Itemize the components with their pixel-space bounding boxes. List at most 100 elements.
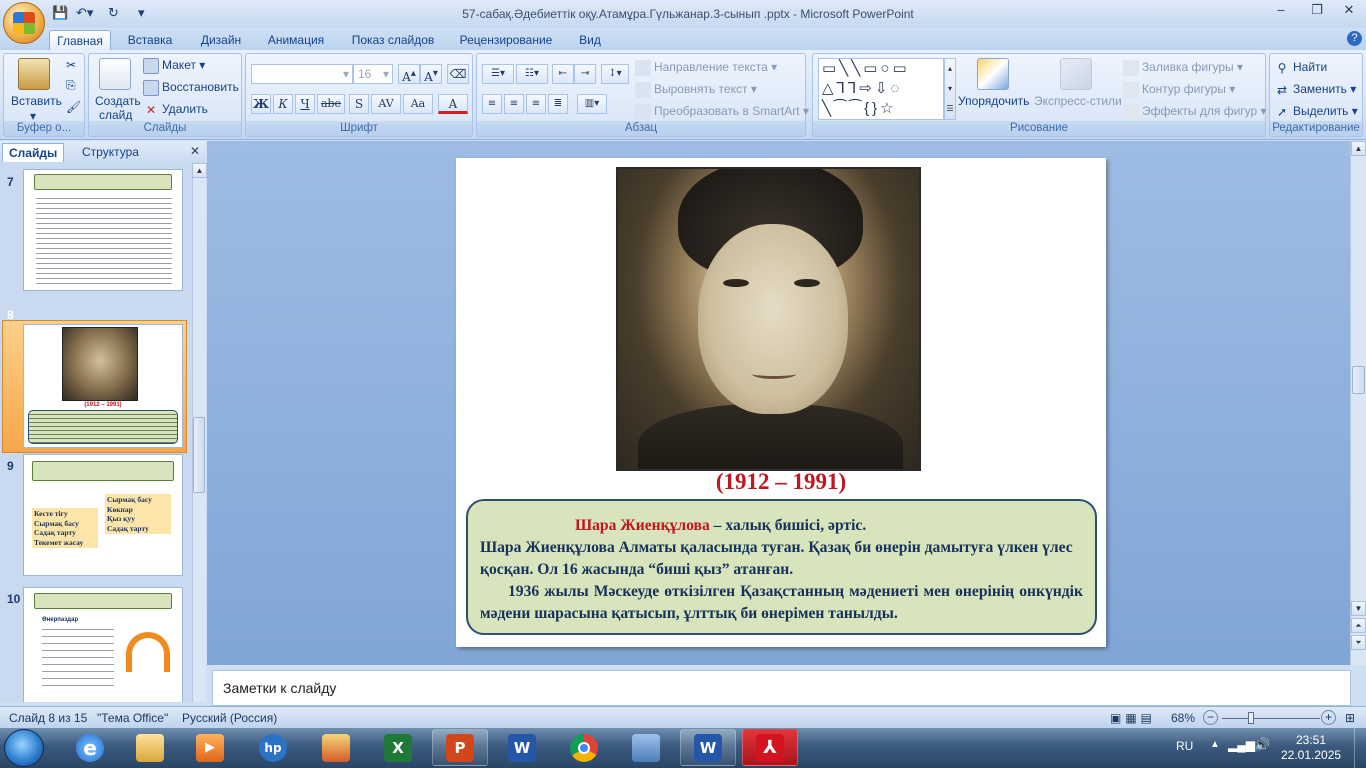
underline-button[interactable]: Ч — [295, 94, 315, 114]
clear-format-button[interactable]: ⌫ — [447, 64, 469, 84]
taskbar-excel[interactable]: X — [370, 729, 426, 766]
taskbar-powerpoint[interactable]: P — [432, 729, 488, 766]
shape-effects-button[interactable]: Эффекты для фигур ▾ — [1123, 104, 1267, 120]
portrait-photo[interactable] — [616, 167, 921, 471]
slide-scrollbar[interactable]: ▲ ▼ ⏶ ⏷ — [1350, 141, 1366, 665]
taskbar-word-2[interactable]: W — [680, 729, 736, 766]
tab-slides[interactable]: Слайды — [2, 143, 65, 162]
align-text-button[interactable]: Выровнять текст ▾ — [635, 82, 757, 98]
show-hidden-icons[interactable]: ▲ — [1210, 739, 1220, 750]
copy-icon[interactable]: ⎘ — [66, 78, 76, 93]
scroll-up-icon[interactable]: ▲ — [1351, 141, 1366, 156]
align-center-button[interactable]: ≡ — [504, 94, 524, 114]
font-size-field[interactable]: 16 ▾ — [353, 64, 393, 84]
numbering-button[interactable]: ☷▾ — [516, 64, 548, 84]
prev-slide-icon[interactable]: ⏶ — [1351, 618, 1366, 633]
slide-canvas[interactable]: (1912 – 1991) Шара Жиенқұлова – халық би… — [456, 158, 1106, 647]
columns-button[interactable]: ▥▾ — [577, 94, 607, 114]
change-case-button[interactable]: Aa — [403, 94, 433, 114]
taskbar-explorer[interactable] — [122, 729, 178, 766]
shape-fill-button[interactable]: Заливка фигуры ▾ — [1123, 60, 1243, 76]
taskbar-hp[interactable]: hp — [245, 729, 301, 766]
slide-thumbnail-8[interactable]: (1912 – 1991) — [23, 324, 183, 448]
taskbar-media[interactable]: ▶ — [182, 729, 238, 766]
taskbar-ie[interactable]: e — [62, 729, 118, 766]
align-right-button[interactable]: ≡ — [526, 94, 546, 114]
new-slide-button-line2[interactable]: слайд — [99, 108, 132, 122]
shape-outline-button[interactable]: Контур фигуры ▾ — [1123, 82, 1235, 98]
slide-thumbnail-7[interactable] — [23, 169, 183, 291]
slide-thumbnail-10[interactable]: Өнерпаздар — [23, 587, 183, 702]
tab-view[interactable]: Вид — [572, 30, 608, 50]
shapes-gallery[interactable]: ▭╲╲▭○▭ △⅂⅂⇨⇩◌ ╲⁀⁀{}☆ — [818, 58, 944, 120]
show-desktop-button[interactable] — [1354, 728, 1366, 768]
taskbar-word-1[interactable]: W — [494, 729, 550, 766]
taskbar-chrome[interactable] — [556, 729, 612, 766]
zoom-in-icon[interactable]: + — [1321, 710, 1336, 725]
clock[interactable]: 23:51 22.01.2025 — [1281, 733, 1341, 763]
scroll-down-icon[interactable]: ▼ — [1351, 601, 1366, 616]
shapes-gallery-scroll[interactable]: ▴ ▾ ☰ — [944, 58, 956, 120]
new-slide-button[interactable]: Создать — [95, 94, 141, 108]
increase-indent-button[interactable]: ⇥ — [574, 64, 596, 84]
scroll-thumb[interactable] — [1352, 366, 1365, 394]
minimize-button[interactable]: – — [1263, 0, 1299, 20]
scroll-thumb[interactable] — [193, 417, 205, 493]
zoom-out-icon[interactable]: − — [1203, 710, 1218, 725]
office-button[interactable] — [3, 2, 45, 44]
start-button[interactable] — [4, 729, 44, 767]
maximize-button[interactable]: ❐ — [1299, 0, 1335, 20]
decrease-indent-button[interactable]: ⇤ — [552, 64, 574, 84]
tab-design[interactable]: Дизайн — [192, 30, 250, 50]
taskbar-app[interactable] — [308, 729, 364, 766]
help-icon[interactable]: ? — [1347, 31, 1362, 46]
bullets-button[interactable]: ☰▾ — [482, 64, 514, 84]
strikethrough-button[interactable]: abe — [317, 94, 345, 114]
view-buttons[interactable]: ▣▦▤ — [1110, 711, 1156, 725]
slide-thumbnail-9[interactable]: Кесте тігу Сырмақ басу Садақ тарту Текемет … — [23, 454, 183, 576]
font-name-field[interactable]: ▾ — [251, 64, 353, 84]
reset-button[interactable]: Восстановить — [143, 80, 239, 96]
tab-outline[interactable]: Структура — [76, 143, 145, 162]
language-indicator[interactable]: Русский (Россия) — [182, 711, 277, 725]
zoom-slider[interactable] — [1222, 718, 1320, 719]
bold-button[interactable]: Ж — [251, 94, 271, 114]
text-direction-button[interactable]: Направление текста ▾ — [635, 60, 777, 76]
char-spacing-button[interactable]: AV — [371, 94, 401, 114]
zoom-level[interactable]: 68% — [1171, 711, 1195, 725]
find-button[interactable]: ⚲ Найти — [1274, 60, 1328, 76]
tab-insert[interactable]: Вставка — [121, 30, 179, 50]
close-button[interactable]: ✕ — [1331, 0, 1366, 20]
shrink-font-button[interactable]: A▾ — [420, 64, 442, 84]
delete-slide-button[interactable]: ✕ Удалить — [143, 102, 208, 118]
replace-button[interactable]: ⇄ Заменить ▾ — [1274, 82, 1356, 98]
grow-font-button[interactable]: A▴ — [398, 64, 420, 84]
tab-review[interactable]: Рецензирование — [452, 30, 560, 50]
volume-icon[interactable]: 🔊 — [1254, 737, 1270, 753]
keyboard-language[interactable]: RU — [1176, 739, 1193, 753]
years-caption[interactable]: (1912 – 1991) — [456, 469, 1106, 495]
notes-pane[interactable]: Заметки к слайду — [212, 670, 1351, 706]
next-slide-icon[interactable]: ⏷ — [1351, 635, 1366, 650]
quick-styles-button[interactable]: Экспресс-стили — [1034, 94, 1122, 108]
fit-slide-icon[interactable]: ⊞ — [1345, 711, 1355, 725]
tab-slideshow[interactable]: Показ слайдов — [344, 30, 442, 50]
theme-name[interactable]: "Тема Office" — [97, 711, 168, 725]
paste-button[interactable]: Вставить — [11, 94, 62, 108]
taskbar-pdf[interactable]: ⅄ — [742, 729, 798, 766]
shadow-button[interactable]: S — [349, 94, 369, 114]
line-spacing-button[interactable]: ↕▾ — [601, 64, 629, 84]
thumbnails-scrollbar[interactable]: ▲ — [192, 163, 207, 702]
arrange-button[interactable]: Упорядочить — [958, 94, 1029, 108]
italic-button[interactable]: К — [273, 94, 293, 114]
signal-icon[interactable]: ▂▄▆ — [1228, 738, 1255, 752]
tab-home[interactable]: Главная — [49, 30, 111, 50]
justify-button[interactable]: ≣ — [548, 94, 568, 114]
select-button[interactable]: ➚ Выделить ▾ — [1274, 104, 1358, 120]
close-pane-icon[interactable]: ✕ — [190, 144, 200, 158]
zoom-slider-thumb[interactable] — [1248, 712, 1254, 724]
smartart-button[interactable]: Преобразовать в SmartArt ▾ — [635, 104, 809, 120]
align-left-button[interactable]: ≡ — [482, 94, 502, 114]
scroll-up-icon[interactable]: ▲ — [192, 163, 207, 178]
tab-animation[interactable]: Анимация — [260, 30, 332, 50]
